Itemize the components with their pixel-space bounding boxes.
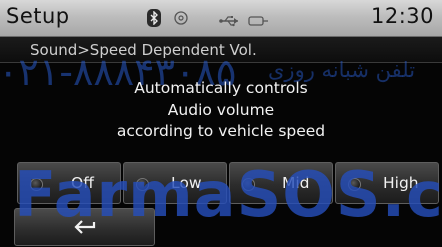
status-bar: Setup 12:30	[0, 0, 442, 37]
description-message: Automatically controls Audio volume acco…	[0, 78, 442, 143]
message-line: according to vehicle speed	[116, 122, 326, 140]
radio-indicator	[348, 178, 361, 191]
option-label: Off	[71, 174, 94, 192]
radio-indicator	[30, 178, 43, 191]
option-label: High	[383, 174, 419, 192]
message-line: Automatically controls	[134, 79, 308, 97]
bluetooth-icon	[147, 9, 161, 27]
clock: 12:30	[370, 4, 434, 28]
option-mid-button[interactable]: Mid	[229, 162, 333, 204]
message-line: Audio volume	[167, 100, 275, 119]
radio-indicator	[136, 178, 149, 191]
option-label: Mid	[282, 174, 310, 192]
aux-icon	[247, 12, 269, 26]
radio-indicator	[242, 178, 255, 191]
back-button[interactable]	[14, 208, 155, 246]
screen-title: Setup	[6, 4, 70, 28]
usb-icon	[219, 12, 241, 27]
back-arrow-icon	[74, 220, 96, 234]
option-off-button[interactable]: Off	[17, 162, 121, 204]
speed-volume-options: Off Low Mid High	[17, 162, 439, 204]
setup-screen: Setup 12:30 Sound>Speed Dependent Vol. ۰…	[0, 0, 442, 247]
option-low-button[interactable]: Low	[123, 162, 227, 204]
option-label: Low	[171, 174, 202, 192]
option-high-button[interactable]: High	[335, 162, 439, 204]
disc-icon	[174, 10, 188, 25]
